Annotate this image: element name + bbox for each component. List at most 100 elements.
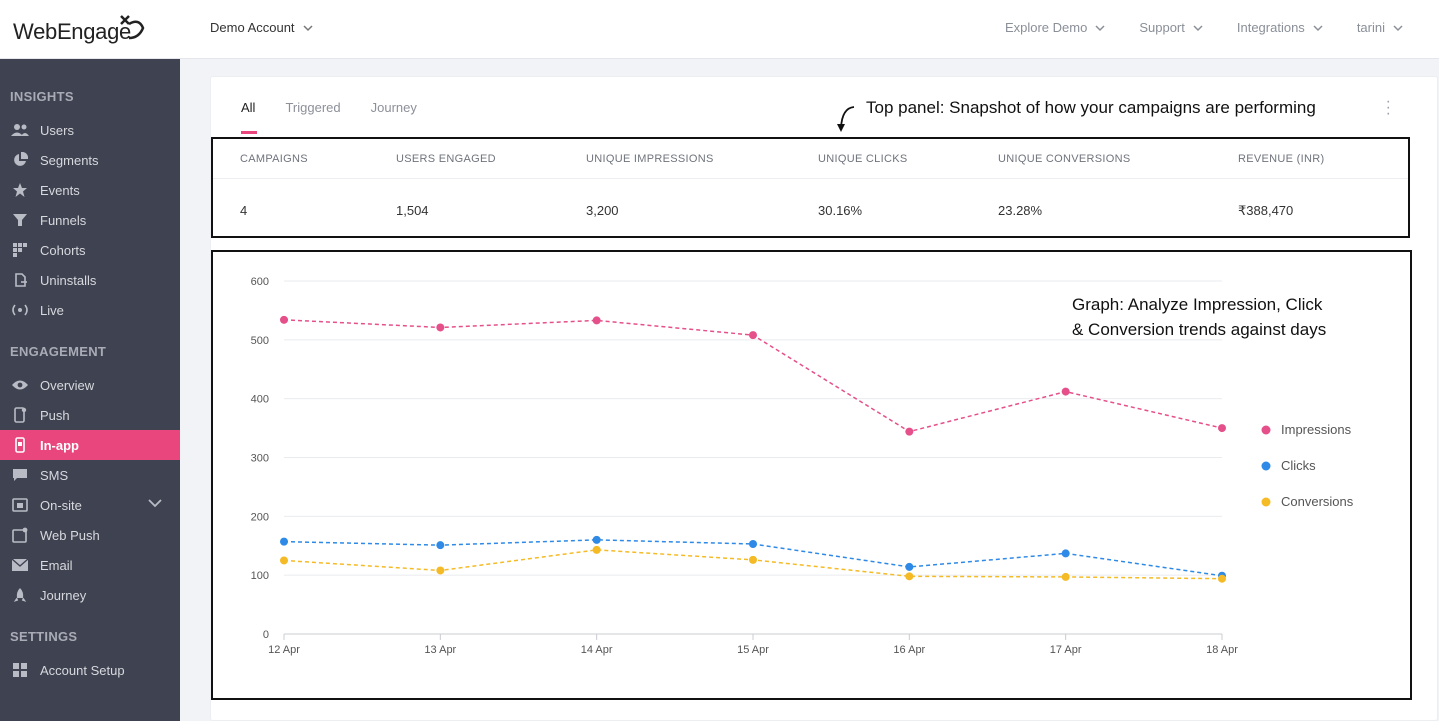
sidebar-item-label: Email bbox=[40, 557, 73, 573]
chevron-down-icon bbox=[1313, 24, 1323, 31]
legend-label-clicks: Clicks bbox=[1281, 458, 1316, 473]
data-point-impressions bbox=[592, 316, 601, 325]
data-point-clicks bbox=[905, 562, 914, 571]
graph-annotation: Graph: Analyze Impression, Click & Conve… bbox=[1072, 292, 1326, 342]
data-point-impressions bbox=[749, 331, 757, 340]
sidebar-item-web-push[interactable]: Web Push bbox=[0, 520, 180, 550]
metric-header-campaigns: CAMPAIGNS bbox=[240, 153, 308, 165]
chevron-down-icon[interactable] bbox=[148, 498, 162, 508]
sidebar-item-journey[interactable]: Journey bbox=[0, 580, 180, 610]
metric-header-users-engaged: USERS ENGAGED bbox=[396, 153, 496, 165]
logo-text: WebEngage bbox=[13, 19, 131, 44]
sidebar-item-label: Events bbox=[40, 182, 80, 198]
sidebar-item-events[interactable]: Events bbox=[0, 175, 180, 205]
metric-value-unique-impressions: 3,200 bbox=[586, 203, 619, 218]
sidebar-item-cohorts[interactable]: Cohorts bbox=[0, 235, 180, 265]
sidebar-item-label: Account Setup bbox=[40, 662, 125, 678]
user-menu[interactable]: tarini bbox=[1357, 20, 1403, 35]
data-point-conversions bbox=[1218, 574, 1226, 583]
legend-marker-impressions bbox=[1261, 425, 1271, 435]
sidebar-item-label: Live bbox=[40, 302, 64, 318]
legend-marker-clicks bbox=[1261, 461, 1271, 471]
data-point-clicks bbox=[749, 539, 757, 548]
top-nav: Explore Demo Support Integrations tarini bbox=[1005, 20, 1403, 35]
sidebar: INSIGHTS Users Segments Events Funnels C… bbox=[0, 59, 180, 721]
data-point-conversions bbox=[905, 572, 914, 581]
y-tick-label: 100 bbox=[251, 570, 269, 582]
apps-icon bbox=[10, 662, 30, 678]
sidebar-item-sms[interactable]: SMS bbox=[0, 460, 180, 490]
sidebar-item-label: Push bbox=[40, 407, 70, 423]
data-point-impressions bbox=[280, 315, 288, 324]
data-point-impressions bbox=[436, 323, 445, 332]
x-tick-label: 15 Apr bbox=[737, 644, 769, 656]
data-point-conversions bbox=[592, 545, 601, 554]
sidebar-item-on-site[interactable]: On-site bbox=[0, 490, 180, 520]
onsite-icon bbox=[10, 497, 30, 513]
y-tick-label: 0 bbox=[263, 629, 269, 641]
x-tick-label: 17 Apr bbox=[1050, 644, 1082, 656]
tab-all[interactable]: All bbox=[241, 100, 258, 134]
explore-demo-label: Explore Demo bbox=[1004, 20, 1088, 35]
email-icon bbox=[10, 557, 30, 573]
x-tick-label: 14 Apr bbox=[581, 644, 613, 656]
sidebar-item-funnels[interactable]: Funnels bbox=[0, 205, 180, 235]
sidebar-item-label: Journey bbox=[40, 587, 87, 603]
y-tick-label: 200 bbox=[251, 511, 269, 523]
sidebar-item-label: Web Push bbox=[40, 527, 100, 543]
sidebar-item-push[interactable]: Push bbox=[0, 400, 180, 430]
x-tick-label: 12 Apr bbox=[268, 644, 300, 656]
more-options-icon[interactable]: · · · bbox=[1386, 94, 1391, 122]
sidebar-item-label: On-site bbox=[40, 497, 82, 513]
x-tick-label: 16 Apr bbox=[893, 644, 925, 656]
account-selector[interactable]: Demo Account bbox=[210, 20, 313, 35]
sidebar-item-email[interactable]: Email bbox=[0, 550, 180, 580]
funnel-icon bbox=[10, 212, 30, 228]
sidebar-item-live[interactable]: Live bbox=[0, 295, 180, 325]
legend-marker-conversions bbox=[1261, 497, 1271, 507]
metric-value-unique-clicks: 30.16% bbox=[818, 203, 863, 218]
uninstall-icon bbox=[10, 272, 30, 288]
chevron-down-icon bbox=[1193, 24, 1203, 31]
integrations-label: Integrations bbox=[1236, 20, 1305, 35]
support-menu[interactable]: Support bbox=[1139, 20, 1203, 35]
sidebar-item-users[interactable]: Users bbox=[0, 115, 180, 145]
top-panel-annotation: Top panel: Snapshot of how your campaign… bbox=[866, 98, 1316, 117]
sidebar-item-label: Funnels bbox=[40, 212, 87, 228]
metric-value-revenue: ₹388,470 bbox=[1238, 203, 1294, 218]
data-point-impressions bbox=[1061, 387, 1070, 396]
account-name: Demo Account bbox=[210, 20, 295, 35]
chevron-down-icon bbox=[303, 24, 313, 31]
data-point-conversions bbox=[280, 556, 288, 565]
live-icon bbox=[10, 302, 30, 318]
data-point-conversions bbox=[436, 566, 445, 575]
integrations-menu[interactable]: Integrations bbox=[1237, 20, 1323, 35]
settings-section-title: SETTINGS bbox=[10, 629, 78, 644]
tab-journey[interactable]: Journey bbox=[371, 100, 417, 134]
sidebar-item-uninstalls[interactable]: Uninstalls bbox=[0, 265, 180, 295]
campaign-tabs: All Triggered Journey bbox=[241, 100, 417, 134]
logo-bird-icon bbox=[120, 15, 145, 40]
chevron-down-icon bbox=[1393, 24, 1403, 31]
metric-header-revenue: REVENUE (INR) bbox=[1238, 153, 1325, 165]
data-point-impressions bbox=[1218, 424, 1226, 433]
sidebar-item-account-setup[interactable]: Account Setup bbox=[0, 655, 180, 685]
grid-icon bbox=[10, 242, 30, 258]
pie-icon bbox=[10, 152, 30, 168]
eye-icon bbox=[10, 377, 30, 393]
sidebar-item-segments[interactable]: Segments bbox=[0, 145, 180, 175]
top-bar: WebEngage Demo Account Explore Demo Supp… bbox=[0, 0, 1439, 59]
explore-demo-menu[interactable]: Explore Demo bbox=[1005, 20, 1105, 35]
sidebar-item-in-app[interactable]: In-app bbox=[0, 430, 180, 460]
sidebar-item-overview[interactable]: Overview bbox=[0, 370, 180, 400]
tab-triggered[interactable]: Triggered bbox=[285, 100, 340, 134]
data-point-clicks bbox=[592, 535, 601, 544]
star-icon bbox=[10, 182, 30, 198]
support-label: Support bbox=[1139, 20, 1185, 35]
y-tick-label: 500 bbox=[251, 335, 269, 347]
sidebar-item-label: Cohorts bbox=[40, 242, 86, 258]
series-line-conversions bbox=[283, 549, 1223, 580]
insights-section-title: INSIGHTS bbox=[10, 89, 74, 104]
users-icon bbox=[10, 122, 30, 138]
legend-label-conversions: Conversions bbox=[1281, 494, 1354, 509]
